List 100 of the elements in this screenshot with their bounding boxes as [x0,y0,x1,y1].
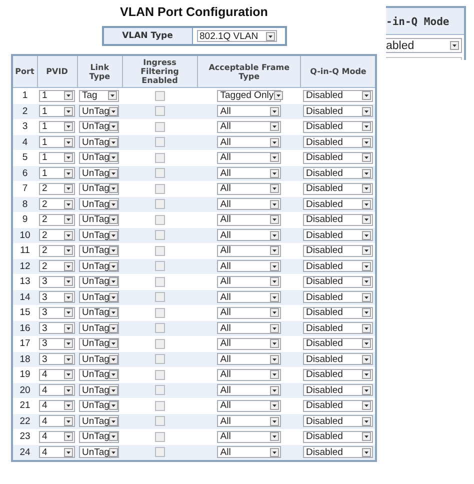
qinq-mode-select[interactable]: Disabled [302,322,373,334]
ingress-checkbox[interactable] [154,168,165,178]
frame-type-select[interactable]: All [217,198,282,210]
ingress-checkbox[interactable] [154,370,165,380]
ingress-checkbox[interactable] [154,199,165,210]
qinq-mode-select[interactable]: Disabled [302,291,373,304]
frame-type-select[interactable]: All [217,322,282,334]
ingress-checkbox[interactable] [154,292,165,302]
pvid-select[interactable]: 2 [39,229,75,242]
link-type-select[interactable]: UnTag [79,214,119,226]
qinq-mode-select[interactable]: abled [386,38,462,53]
qinq-mode-select[interactable]: Disabled [302,260,373,272]
qinq-mode-select[interactable]: Disabled [302,120,373,133]
pvid-select[interactable]: 2 [39,244,75,257]
qinq-mode-select[interactable]: Disabled [302,136,373,148]
frame-type-select[interactable]: All [217,244,282,257]
frame-type-select[interactable]: All [217,353,282,366]
ingress-checkbox[interactable] [154,137,165,148]
link-type-select[interactable]: UnTag [79,244,119,257]
qinq-mode-select[interactable]: Disabled [302,384,373,396]
qinq-mode-select[interactable]: Disabled [302,368,373,381]
ingress-checkbox[interactable] [154,214,165,225]
frame-type-select[interactable]: All [217,368,282,381]
pvid-select[interactable]: 4 [39,415,75,428]
frame-type-select[interactable]: All [217,260,282,272]
ingress-checkbox[interactable] [154,106,165,116]
pvid-select[interactable]: 1 [39,136,75,148]
ingress-checkbox[interactable] [154,416,165,426]
qinq-mode-select[interactable]: Disabled [302,430,373,443]
pvid-select[interactable]: 4 [39,400,75,412]
ingress-checkbox[interactable] [154,261,165,272]
link-type-select[interactable]: UnTag [79,322,119,334]
vlan-type-select[interactable]: 802.1Q VLAN [196,30,276,42]
ingress-checkbox[interactable] [154,323,165,334]
frame-type-select[interactable]: All [217,446,282,458]
ingress-checkbox[interactable] [154,230,165,240]
pvid-select[interactable]: 4 [39,446,75,458]
pvid-select[interactable]: 4 [39,430,75,443]
link-type-select[interactable]: UnTag [79,198,119,210]
qinq-mode-select[interactable]: Disabled [302,90,373,102]
qinq-mode-select[interactable]: Disabled [302,229,373,242]
pvid-select[interactable]: 4 [39,368,75,381]
link-type-select[interactable]: UnTag [79,229,119,242]
ingress-checkbox[interactable] [154,152,165,163]
ingress-checkbox[interactable] [154,432,165,442]
frame-type-select[interactable]: All [217,136,282,148]
frame-type-select[interactable]: All [217,306,282,319]
pvid-select[interactable]: 2 [39,214,75,226]
frame-type-select[interactable]: All [217,400,282,412]
pvid-select[interactable]: 1 [39,120,75,133]
ingress-checkbox[interactable] [154,447,165,458]
qinq-mode-select[interactable]: Disabled [302,214,373,226]
qinq-mode-select[interactable]: Disabled [302,276,373,288]
pvid-select[interactable]: 4 [39,384,75,396]
link-type-select[interactable]: UnTag [79,120,119,133]
link-type-select[interactable]: UnTag [79,353,119,366]
qinq-mode-select[interactable]: Disabled [302,415,373,428]
link-type-select[interactable]: Tag [79,90,119,102]
frame-type-select[interactable]: All [217,167,282,180]
pvid-select[interactable]: 3 [39,276,75,288]
frame-type-select[interactable]: All [217,120,282,133]
ingress-checkbox[interactable] [154,90,165,101]
link-type-select[interactable]: UnTag [79,306,119,319]
qinq-mode-select[interactable]: Disabled [302,182,373,195]
pvid-select[interactable]: 1 [39,105,75,118]
ingress-checkbox[interactable] [154,354,165,364]
link-type-select[interactable]: UnTag [79,384,119,396]
link-type-select[interactable]: UnTag [79,182,119,195]
qinq-mode-select[interactable]: Disabled [302,446,373,458]
qinq-mode-select[interactable]: Disabled [302,167,373,180]
pvid-select[interactable]: 3 [39,338,75,350]
frame-type-select[interactable]: All [217,276,282,288]
link-type-select[interactable]: UnTag [79,291,119,304]
pvid-select[interactable]: 1 [39,152,75,164]
frame-type-select[interactable]: All [217,384,282,396]
link-type-select[interactable]: UnTag [79,446,119,458]
link-type-select[interactable]: UnTag [79,400,119,412]
frame-type-select[interactable]: All [217,415,282,428]
link-type-select[interactable]: UnTag [79,430,119,443]
qinq-mode-select[interactable]: Disabled [302,353,373,366]
pvid-select[interactable]: 3 [39,306,75,319]
ingress-checkbox[interactable] [154,400,165,411]
qinq-mode-select[interactable]: Disabled [302,198,373,210]
frame-type-select[interactable]: All [217,430,282,443]
qinq-mode-select[interactable]: Disabled [302,400,373,412]
qinq-mode-select[interactable]: Disabled [302,244,373,257]
qinq-mode-select[interactable]: Disabled [302,152,373,164]
link-type-select[interactable]: UnTag [79,152,119,164]
frame-type-select[interactable]: All [217,291,282,304]
pvid-select[interactable]: 2 [39,198,75,210]
ingress-checkbox[interactable] [154,338,165,349]
pvid-select[interactable]: 3 [39,322,75,334]
frame-type-select[interactable]: All [217,229,282,242]
pvid-select[interactable]: 1 [39,167,75,180]
link-type-select[interactable]: UnTag [79,260,119,272]
frame-type-select[interactable]: All [217,105,282,118]
link-type-select[interactable]: UnTag [79,368,119,381]
pvid-select[interactable]: 3 [39,291,75,304]
ingress-checkbox[interactable] [154,184,165,194]
qinq-mode-select[interactable]: Disabled [302,338,373,350]
